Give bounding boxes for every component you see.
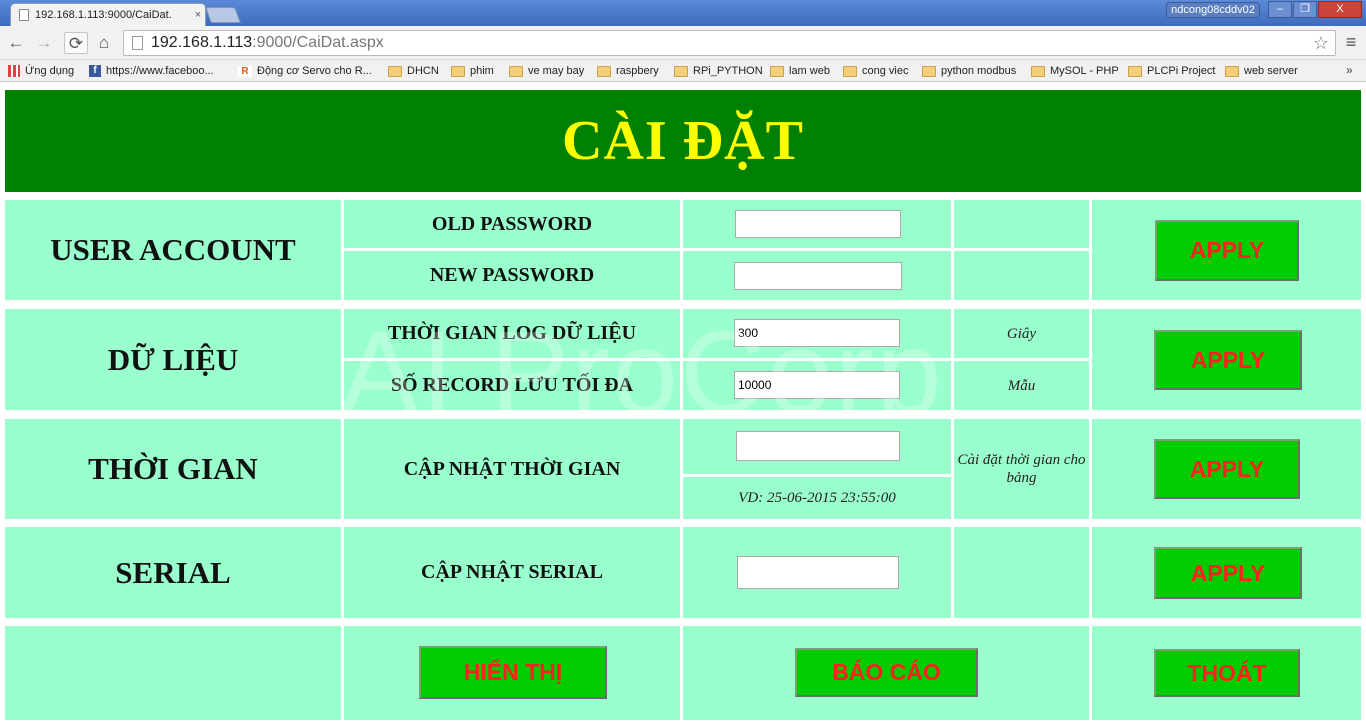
log-time-label: THỜI GIAN LOG DỮ LIỆU <box>344 309 680 358</box>
page-body: CÀI ĐẶT USER ACCOUNT OLD PASSWORD NEW PA… <box>0 83 1366 726</box>
bookmarks-overflow-icon[interactable]: » <box>1346 63 1353 77</box>
page-icon <box>19 9 29 21</box>
max-record-unit: Mẫu <box>954 361 1089 410</box>
empty-cell <box>954 251 1089 300</box>
back-arrow-icon[interactable]: ← <box>5 32 27 54</box>
bookmark-item[interactable]: RPi_PYTHON <box>674 63 763 79</box>
empty-cell <box>954 527 1089 618</box>
log-time-input[interactable] <box>734 319 900 347</box>
bookmark-label: lam web <box>789 65 830 77</box>
folder-icon <box>770 65 784 77</box>
minimize-button[interactable]: – <box>1268 1 1292 18</box>
folder-icon <box>1225 65 1239 77</box>
bookmark-item[interactable]: lam web <box>770 63 830 79</box>
bookmark-item[interactable]: raspbery <box>597 63 659 79</box>
browser-tab[interactable]: 192.168.1.113:9000/CaiDat. × <box>10 3 206 26</box>
apply-du-lieu-button[interactable]: APPLY <box>1154 330 1302 390</box>
empty-cell <box>5 626 341 720</box>
folder-icon <box>1128 65 1142 77</box>
section-title-serial: SERIAL <box>5 527 341 618</box>
section-title-thoi-gian: THỜI GIAN <box>5 419 341 519</box>
bookmark-item[interactable]: python modbus <box>922 63 1016 79</box>
bookmark-label: phim <box>470 65 494 77</box>
bookmarks-bar: Ứng dụng f https://www.faceboo... R Động c… <box>0 60 1366 82</box>
bookmark-item[interactable]: ve may bay <box>509 63 584 79</box>
update-serial-input[interactable] <box>737 556 899 589</box>
bookmark-item[interactable]: PLCPi Project <box>1128 63 1215 79</box>
bookmark-label: https://www.faceboo... <box>106 65 214 77</box>
bookmark-item[interactable]: MySOL - PHP <box>1031 63 1119 79</box>
apply-serial-button[interactable]: APPLY <box>1154 547 1302 599</box>
bookmark-label: MySOL - PHP <box>1050 65 1119 77</box>
time-setting-note: Cài đặt thời gian cho bảng <box>954 419 1089 519</box>
max-record-input[interactable] <box>734 371 900 399</box>
tab-close-icon[interactable]: × <box>191 9 205 21</box>
bookmark-star-icon[interactable]: ☆ <box>1313 33 1329 54</box>
exit-button[interactable]: THOÁT <box>1154 649 1300 697</box>
forward-arrow-icon[interactable]: → <box>33 32 55 54</box>
new-tab-button[interactable] <box>205 7 241 23</box>
bookmark-label: raspbery <box>616 65 659 77</box>
tab-title: 192.168.1.113:9000/CaiDat. <box>35 9 172 21</box>
facebook-icon: f <box>89 65 101 77</box>
bookmark-item[interactable]: Ứng dụng <box>8 63 74 79</box>
update-time-label: CẬP NHẬT THỜI GIAN <box>344 419 680 519</box>
address-bar[interactable]: 192.168.1.113:9000/CaiDat.aspx ☆ <box>123 30 1336 56</box>
folder-icon <box>674 65 688 77</box>
bookmark-item[interactable]: R Động cơ Servo cho R... <box>238 63 372 79</box>
report-button[interactable]: BÁO CÁO <box>795 648 978 697</box>
new-password-input[interactable] <box>734 262 902 290</box>
bookmark-item[interactable]: cong viec <box>843 63 908 79</box>
bookmark-label: PLCPi Project <box>1147 65 1216 77</box>
new-password-label: NEW PASSWORD <box>344 251 680 300</box>
bookmark-label: Ứng dụng <box>25 65 75 77</box>
old-password-label: OLD PASSWORD <box>344 200 680 248</box>
empty-cell <box>954 200 1089 248</box>
close-window-button[interactable]: X <box>1318 1 1362 18</box>
folder-icon <box>1031 65 1045 77</box>
folder-icon <box>922 65 936 77</box>
rs-icon: R <box>238 65 252 77</box>
reload-icon[interactable]: ⟳ <box>64 32 88 54</box>
url-host: 192.168.1.113 <box>151 34 253 51</box>
folder-icon <box>388 65 402 77</box>
browser-menu-icon[interactable]: ≡ <box>1342 33 1360 53</box>
home-icon[interactable]: ⌂ <box>93 32 115 54</box>
bookmark-item[interactable]: DHCN <box>388 63 439 79</box>
url-path: :9000/CaiDat.aspx <box>252 34 384 51</box>
bookmark-label: web server <box>1244 65 1298 77</box>
show-button[interactable]: HIỂN THỊ <box>419 646 607 699</box>
page-icon <box>132 36 143 50</box>
update-time-input[interactable] <box>736 431 900 461</box>
bookmark-label: RPi_PYTHON <box>693 65 763 77</box>
max-record-label: SỐ RECORD LƯU TỐI ĐA <box>344 361 680 410</box>
profile-button[interactable]: ndcong08cddv02 <box>1166 2 1260 18</box>
section-title-du-lieu: DỮ LIỆU <box>5 309 341 410</box>
page-title: CÀI ĐẶT <box>562 110 804 172</box>
apps-icon <box>8 65 20 77</box>
browser-toolbar: ← → ⟳ ⌂ 192.168.1.113:9000/CaiDat.aspx ☆… <box>0 26 1366 60</box>
section-title-user-account: USER ACCOUNT <box>5 200 341 300</box>
apply-thoi-gian-button[interactable]: APPLY <box>1154 439 1300 499</box>
folder-icon <box>843 65 857 77</box>
bookmark-label: cong viec <box>862 65 909 77</box>
folder-icon <box>451 65 465 77</box>
page-header: CÀI ĐẶT <box>5 90 1361 192</box>
bookmark-label: ve may bay <box>528 65 585 77</box>
maximize-button[interactable]: ❐ <box>1293 1 1317 18</box>
log-time-unit: Giây <box>954 309 1089 358</box>
apply-user-account-button[interactable]: APPLY <box>1155 220 1299 281</box>
old-password-input[interactable] <box>735 210 901 238</box>
bookmark-label: DHCN <box>407 65 439 77</box>
bookmark-item[interactable]: phim <box>451 63 494 79</box>
bookmark-item[interactable]: f https://www.faceboo... <box>89 63 214 79</box>
folder-icon <box>597 65 611 77</box>
folder-icon <box>509 65 523 77</box>
bookmark-label: python modbus <box>941 65 1017 77</box>
window-titlebar: 192.168.1.113:9000/CaiDat. × ndcong08cdd… <box>0 0 1366 26</box>
bookmark-item[interactable]: web server <box>1225 63 1298 79</box>
bookmark-label: Động cơ Servo cho R... <box>257 65 372 77</box>
time-format-example: VD: 25-06-2015 23:55:00 <box>683 477 951 519</box>
update-serial-label: CẬP NHẬT SERIAL <box>344 527 680 618</box>
